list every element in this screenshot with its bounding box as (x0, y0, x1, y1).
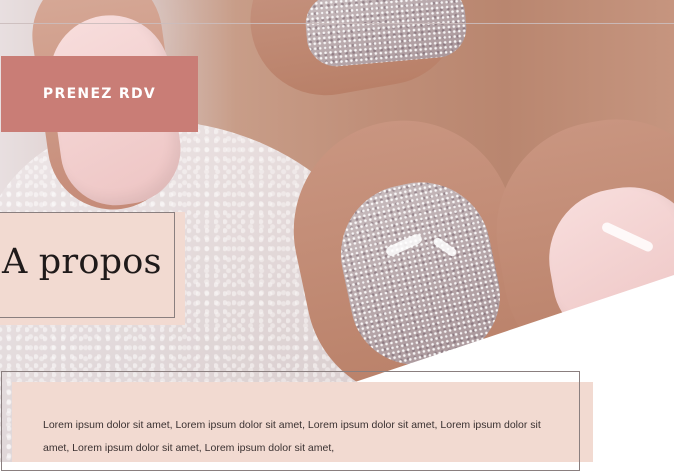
header-divider-line (0, 23, 674, 24)
book-appointment-button[interactable]: PRENEZ RDV (1, 56, 198, 132)
book-appointment-label: PRENEZ RDV (42, 86, 157, 102)
about-title: A propos (2, 242, 162, 282)
about-text: Lorem ipsum dolor sit amet, Lorem ipsum … (43, 419, 541, 454)
